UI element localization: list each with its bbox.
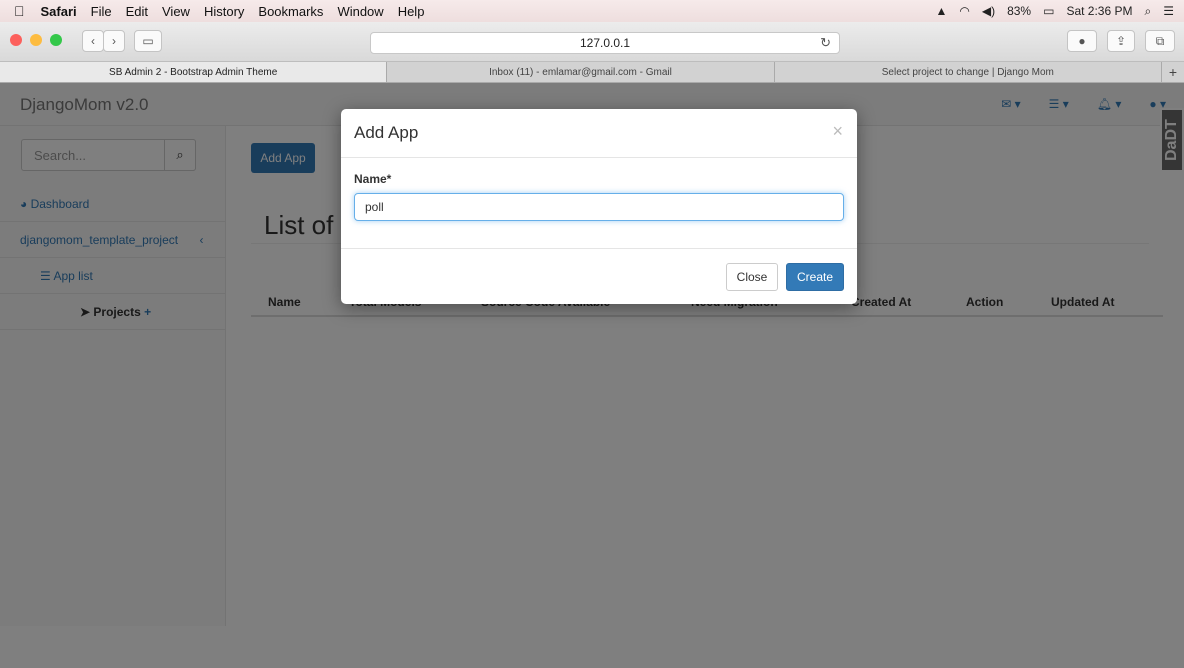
name-label: Name* [354, 172, 392, 186]
mac-menubar:  Safari File Edit View History Bookmark… [0, 0, 1184, 22]
volume-icon[interactable]: ◀) [982, 4, 995, 18]
tab-django-mom[interactable]: Select project to change | Django Mom [774, 62, 1162, 82]
minimize-window-icon[interactable] [30, 34, 42, 46]
drive-icon[interactable]: ▲ [935, 4, 947, 18]
clock[interactable]: Sat 2:36 PM [1066, 4, 1132, 18]
tab-sb-admin[interactable]: SB Admin 2 - Bootstrap Admin Theme [0, 62, 388, 82]
url-text: 127.0.0.1 [579, 36, 631, 50]
menu-safari[interactable]: Safari [41, 4, 77, 19]
sidebar-icon[interactable]: ▭ [134, 30, 162, 52]
window-controls [10, 34, 70, 46]
menu-history[interactable]: History [204, 4, 244, 19]
screen:  Safari File Edit View History Bookmark… [0, 0, 1184, 668]
menu-bookmarks[interactable]: Bookmarks [258, 4, 323, 19]
tabs-overview-icon[interactable]: ⧉ [1145, 30, 1175, 52]
modal-title: Add App [354, 123, 419, 142]
back-icon[interactable]: ‹ [82, 30, 104, 52]
status-area: ▲ ◠ ◀) 83% ▭ Sat 2:36 PM ⌕ ☰ [923, 0, 1174, 22]
share-icon[interactable]: ⇪ [1107, 30, 1135, 52]
browser-toolbar: ‹ › ▭ 127.0.0.1 ↻ ● ⇪ ⧉ [0, 22, 1184, 62]
menu-view[interactable]: View [162, 4, 190, 19]
menu-help[interactable]: Help [398, 4, 425, 19]
zoom-window-icon[interactable] [50, 34, 62, 46]
add-app-modal: Add App × Name* poll Close Create [341, 109, 857, 304]
reload-icon[interactable]: ↻ [820, 35, 831, 51]
menu-window[interactable]: Window [337, 4, 383, 19]
close-button[interactable]: Close [726, 263, 778, 291]
close-window-icon[interactable] [10, 34, 22, 46]
tab-gmail[interactable]: Inbox (11) - emlamar@gmail.com - Gmail [387, 62, 775, 82]
forward-icon[interactable]: › [103, 30, 125, 52]
apple-icon[interactable]:  [14, 3, 25, 19]
name-input[interactable]: poll [354, 193, 844, 221]
battery-icon: ▭ [1043, 4, 1055, 18]
close-icon[interactable]: × [832, 121, 843, 142]
menu-edit[interactable]: Edit [126, 4, 148, 19]
address-bar[interactable]: 127.0.0.1 ↻ [370, 32, 840, 54]
new-tab-icon[interactable]: + [1161, 62, 1184, 82]
browser-tabs: SB Admin 2 - Bootstrap Admin Theme Inbox… [0, 62, 1184, 83]
notification-center-icon[interactable]: ☰ [1163, 4, 1174, 18]
create-button[interactable]: Create [786, 263, 844, 291]
spotlight-icon[interactable]: ⌕ [1145, 4, 1152, 19]
modal-header: Add App × [341, 109, 857, 158]
battery-percent[interactable]: 83% [1007, 4, 1031, 18]
wifi-icon[interactable]: ◠ [959, 4, 969, 18]
download-icon[interactable]: ● [1067, 30, 1097, 52]
menu-file[interactable]: File [91, 4, 112, 19]
modal-footer: Close Create [341, 248, 857, 304]
